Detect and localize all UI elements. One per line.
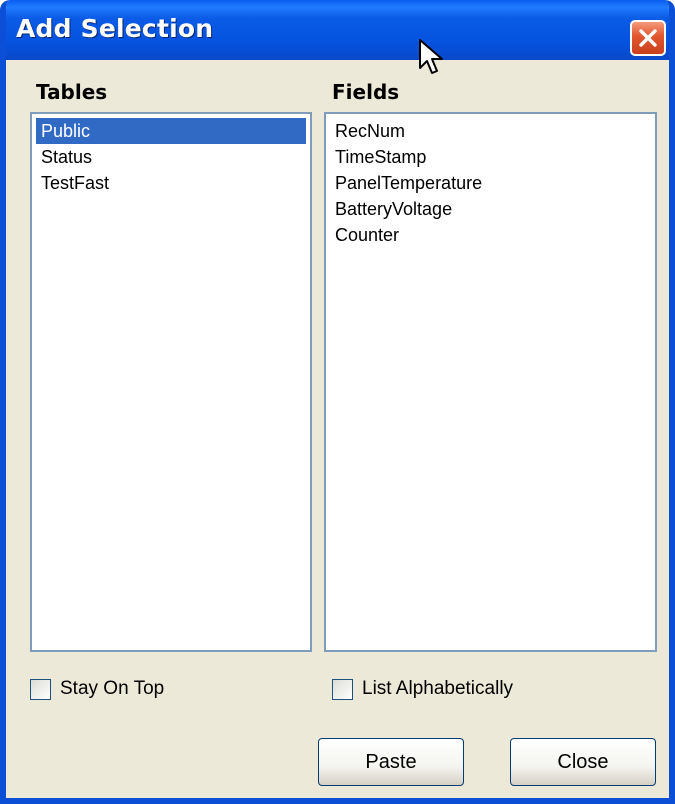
- close-button[interactable]: Close: [510, 738, 656, 786]
- fields-listbox[interactable]: RecNum TimeStamp PanelTemperature Batter…: [324, 112, 657, 652]
- list-alphabetically-label: List Alphabetically: [362, 678, 514, 699]
- stay-on-top-checkbox[interactable]: [30, 678, 51, 700]
- list-alphabetically-checkbox[interactable]: [332, 678, 353, 700]
- fields-header: Fields: [332, 80, 400, 104]
- list-item[interactable]: Public: [36, 118, 306, 144]
- list-item[interactable]: Status: [36, 144, 306, 170]
- title-bar[interactable]: Add Selection: [6, 0, 669, 60]
- stay-on-top-option[interactable]: Stay On Top: [30, 675, 164, 703]
- list-item[interactable]: TestFast: [36, 170, 306, 196]
- close-window-button[interactable]: [630, 20, 666, 56]
- list-item[interactable]: Counter: [330, 222, 651, 248]
- list-item[interactable]: RecNum: [330, 118, 651, 144]
- tables-listbox[interactable]: Public Status TestFast: [30, 112, 312, 652]
- mouse-pointer-icon: [419, 39, 443, 74]
- stay-on-top-label: Stay On Top: [60, 678, 165, 699]
- list-item[interactable]: TimeStamp: [330, 144, 651, 170]
- list-alphabetically-option[interactable]: List Alphabetically: [332, 675, 513, 703]
- list-item[interactable]: BatteryVoltage: [330, 196, 651, 222]
- tables-header: Tables: [36, 80, 108, 104]
- dialog-title: Add Selection: [16, 14, 214, 43]
- add-selection-dialog: Add Selection Tables Fields Public Statu…: [0, 0, 675, 804]
- paste-button[interactable]: Paste: [318, 738, 464, 786]
- close-icon: [639, 29, 657, 47]
- list-item[interactable]: PanelTemperature: [330, 170, 651, 196]
